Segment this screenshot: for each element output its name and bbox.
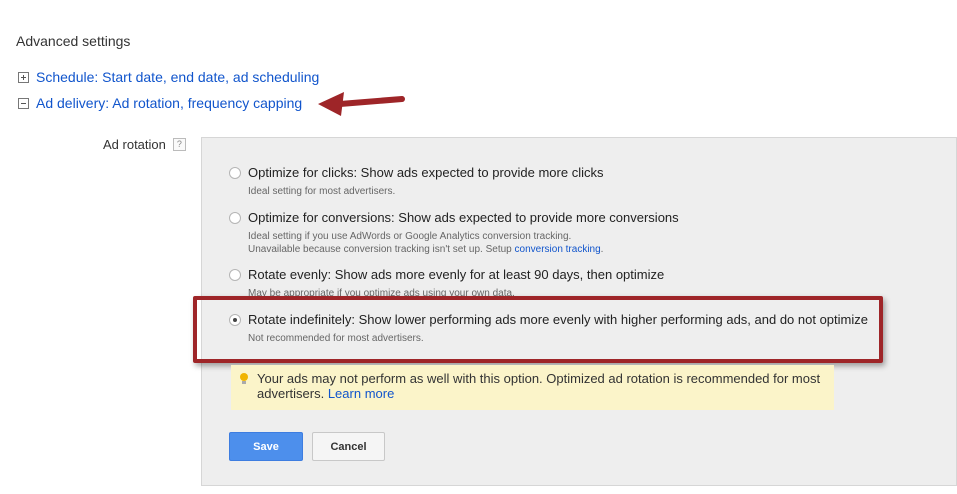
option-description: Ideal setting if you use AdWords or Goog… <box>248 230 679 256</box>
radio-optimize-clicks[interactable] <box>229 166 241 179</box>
save-button[interactable]: Save <box>229 432 303 461</box>
section-title: Advanced settings <box>16 33 131 49</box>
ad-delivery-expander[interactable]: Ad delivery: Ad rotation, frequency capp… <box>18 95 302 111</box>
radio-rotate-indefinitely[interactable] <box>229 313 241 326</box>
option-description: Ideal setting for most advertisers. <box>248 186 396 197</box>
conversion-tracking-link[interactable]: conversion tracking <box>515 244 601 255</box>
schedule-link[interactable]: Schedule: Start date, end date, ad sched… <box>36 69 319 85</box>
option-description-line1: Ideal setting if you use AdWords or Goog… <box>248 231 572 242</box>
radio-rotate-evenly[interactable] <box>229 268 241 281</box>
collapse-minus-icon[interactable] <box>18 97 29 109</box>
option-rotate-evenly[interactable]: Rotate evenly: Show ads more evenly for … <box>229 267 664 300</box>
help-icon[interactable]: ? <box>172 138 186 151</box>
ad-rotation-label-text: Ad rotation <box>103 137 166 152</box>
unavailable-text: Unavailable because conversion tracking … <box>248 244 512 255</box>
option-description-line2: Unavailable because conversion tracking … <box>248 243 679 256</box>
red-arrow-annotation <box>318 92 405 116</box>
lightbulb-icon <box>240 373 248 384</box>
option-title[interactable]: Optimize for conversions: Show ads expec… <box>248 210 679 225</box>
learn-more-link[interactable]: Learn more <box>328 386 394 401</box>
option-optimize-clicks[interactable]: Optimize for clicks: Show ads expected t… <box>229 165 603 198</box>
option-rotate-indefinitely[interactable]: Rotate indefinitely: Show lower performi… <box>229 312 868 345</box>
radio-optimize-conversions[interactable] <box>229 211 241 224</box>
cancel-button[interactable]: Cancel <box>312 432 385 461</box>
option-title[interactable]: Rotate evenly: Show ads more evenly for … <box>248 267 664 282</box>
option-description: Not recommended for most advertisers. <box>248 333 424 344</box>
schedule-expander[interactable]: Schedule: Start date, end date, ad sched… <box>18 69 319 85</box>
option-title[interactable]: Rotate indefinitely: Show lower performi… <box>248 312 868 327</box>
ad-rotation-label: Ad rotation ? <box>103 137 186 152</box>
option-optimize-conversions[interactable]: Optimize for conversions: Show ads expec… <box>229 210 679 256</box>
warning-message: Your ads may not perform as well with th… <box>231 365 834 410</box>
expand-plus-icon[interactable] <box>18 71 29 83</box>
option-title[interactable]: Optimize for clicks: Show ads expected t… <box>248 165 603 180</box>
ad-delivery-link[interactable]: Ad delivery: Ad rotation, frequency capp… <box>36 95 302 111</box>
option-description: May be appropriate if you optimize ads u… <box>248 288 515 299</box>
period-text: . <box>600 244 604 255</box>
